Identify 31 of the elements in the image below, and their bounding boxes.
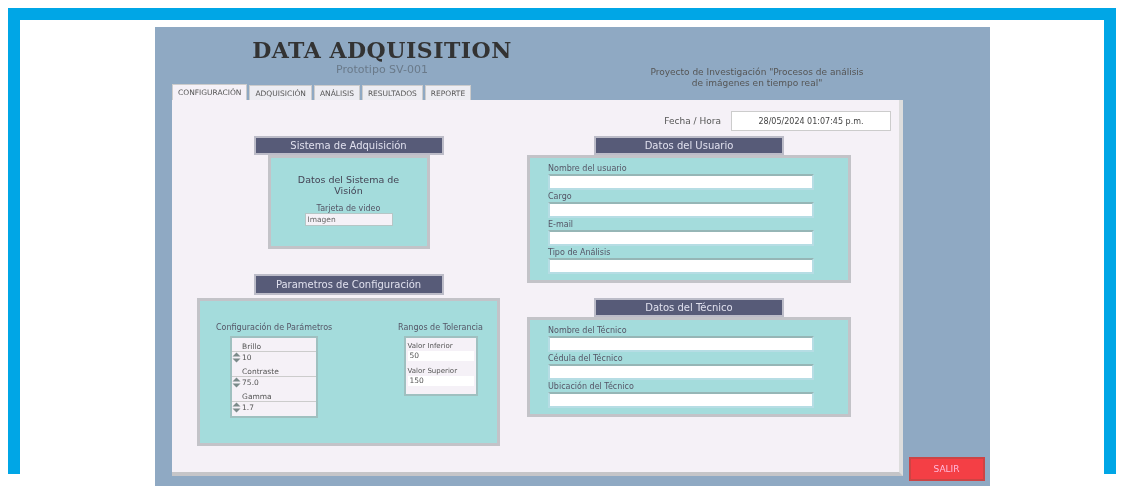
field-label: Tipo de Análisis — [548, 248, 612, 257]
section-heading: Parametros de Configuración — [253, 274, 444, 295]
project-note: Proyecto de Investigación "Procesos de análisis — [649, 67, 865, 78]
input-field[interactable] — [548, 174, 814, 190]
group-label: Configuración de Parámetros — [216, 323, 333, 332]
field-label: Cédula del Técnico — [548, 354, 624, 363]
section-heading: Sistema de Adquisición — [253, 136, 444, 155]
input-field[interactable] — [548, 258, 814, 274]
field-label: Tarjeta de video — [316, 204, 381, 213]
date-time-label: Fecha / Hora — [664, 116, 721, 126]
field-label: Nombre del usuario — [548, 164, 628, 173]
field-label: E-mail — [548, 220, 575, 229]
input-field[interactable] — [548, 230, 814, 246]
app-subtitle: Prototipo SV-001 — [336, 63, 428, 76]
input-field[interactable] — [548, 364, 814, 380]
spinner-arrows-icon[interactable] — [232, 352, 242, 363]
field-label: Nombre del Técnico — [548, 326, 628, 335]
section-heading: Datos del Usuario — [594, 136, 784, 155]
section-heading: Datos del Técnico — [594, 298, 784, 317]
spinner-arrows-icon[interactable] — [232, 377, 242, 388]
input-field[interactable] — [548, 392, 814, 408]
project-note: de imágenes en tiempo real" — [690, 78, 824, 89]
input-field[interactable] — [548, 336, 814, 352]
input-field[interactable] — [548, 202, 814, 218]
field-label: Cargo — [548, 192, 573, 201]
spinner-arrows-icon[interactable] — [232, 402, 242, 413]
app-title: DATA ADQUISITION — [252, 37, 512, 63]
date-time-field[interactable]: 28/05/2024 01:07:45 p.m. — [731, 111, 891, 131]
panel-title: Datos del Sistema de Visión — [296, 174, 401, 196]
group-label: Rangos de Tolerancia — [398, 323, 483, 332]
field-label: Ubicación del Técnico — [548, 382, 635, 391]
